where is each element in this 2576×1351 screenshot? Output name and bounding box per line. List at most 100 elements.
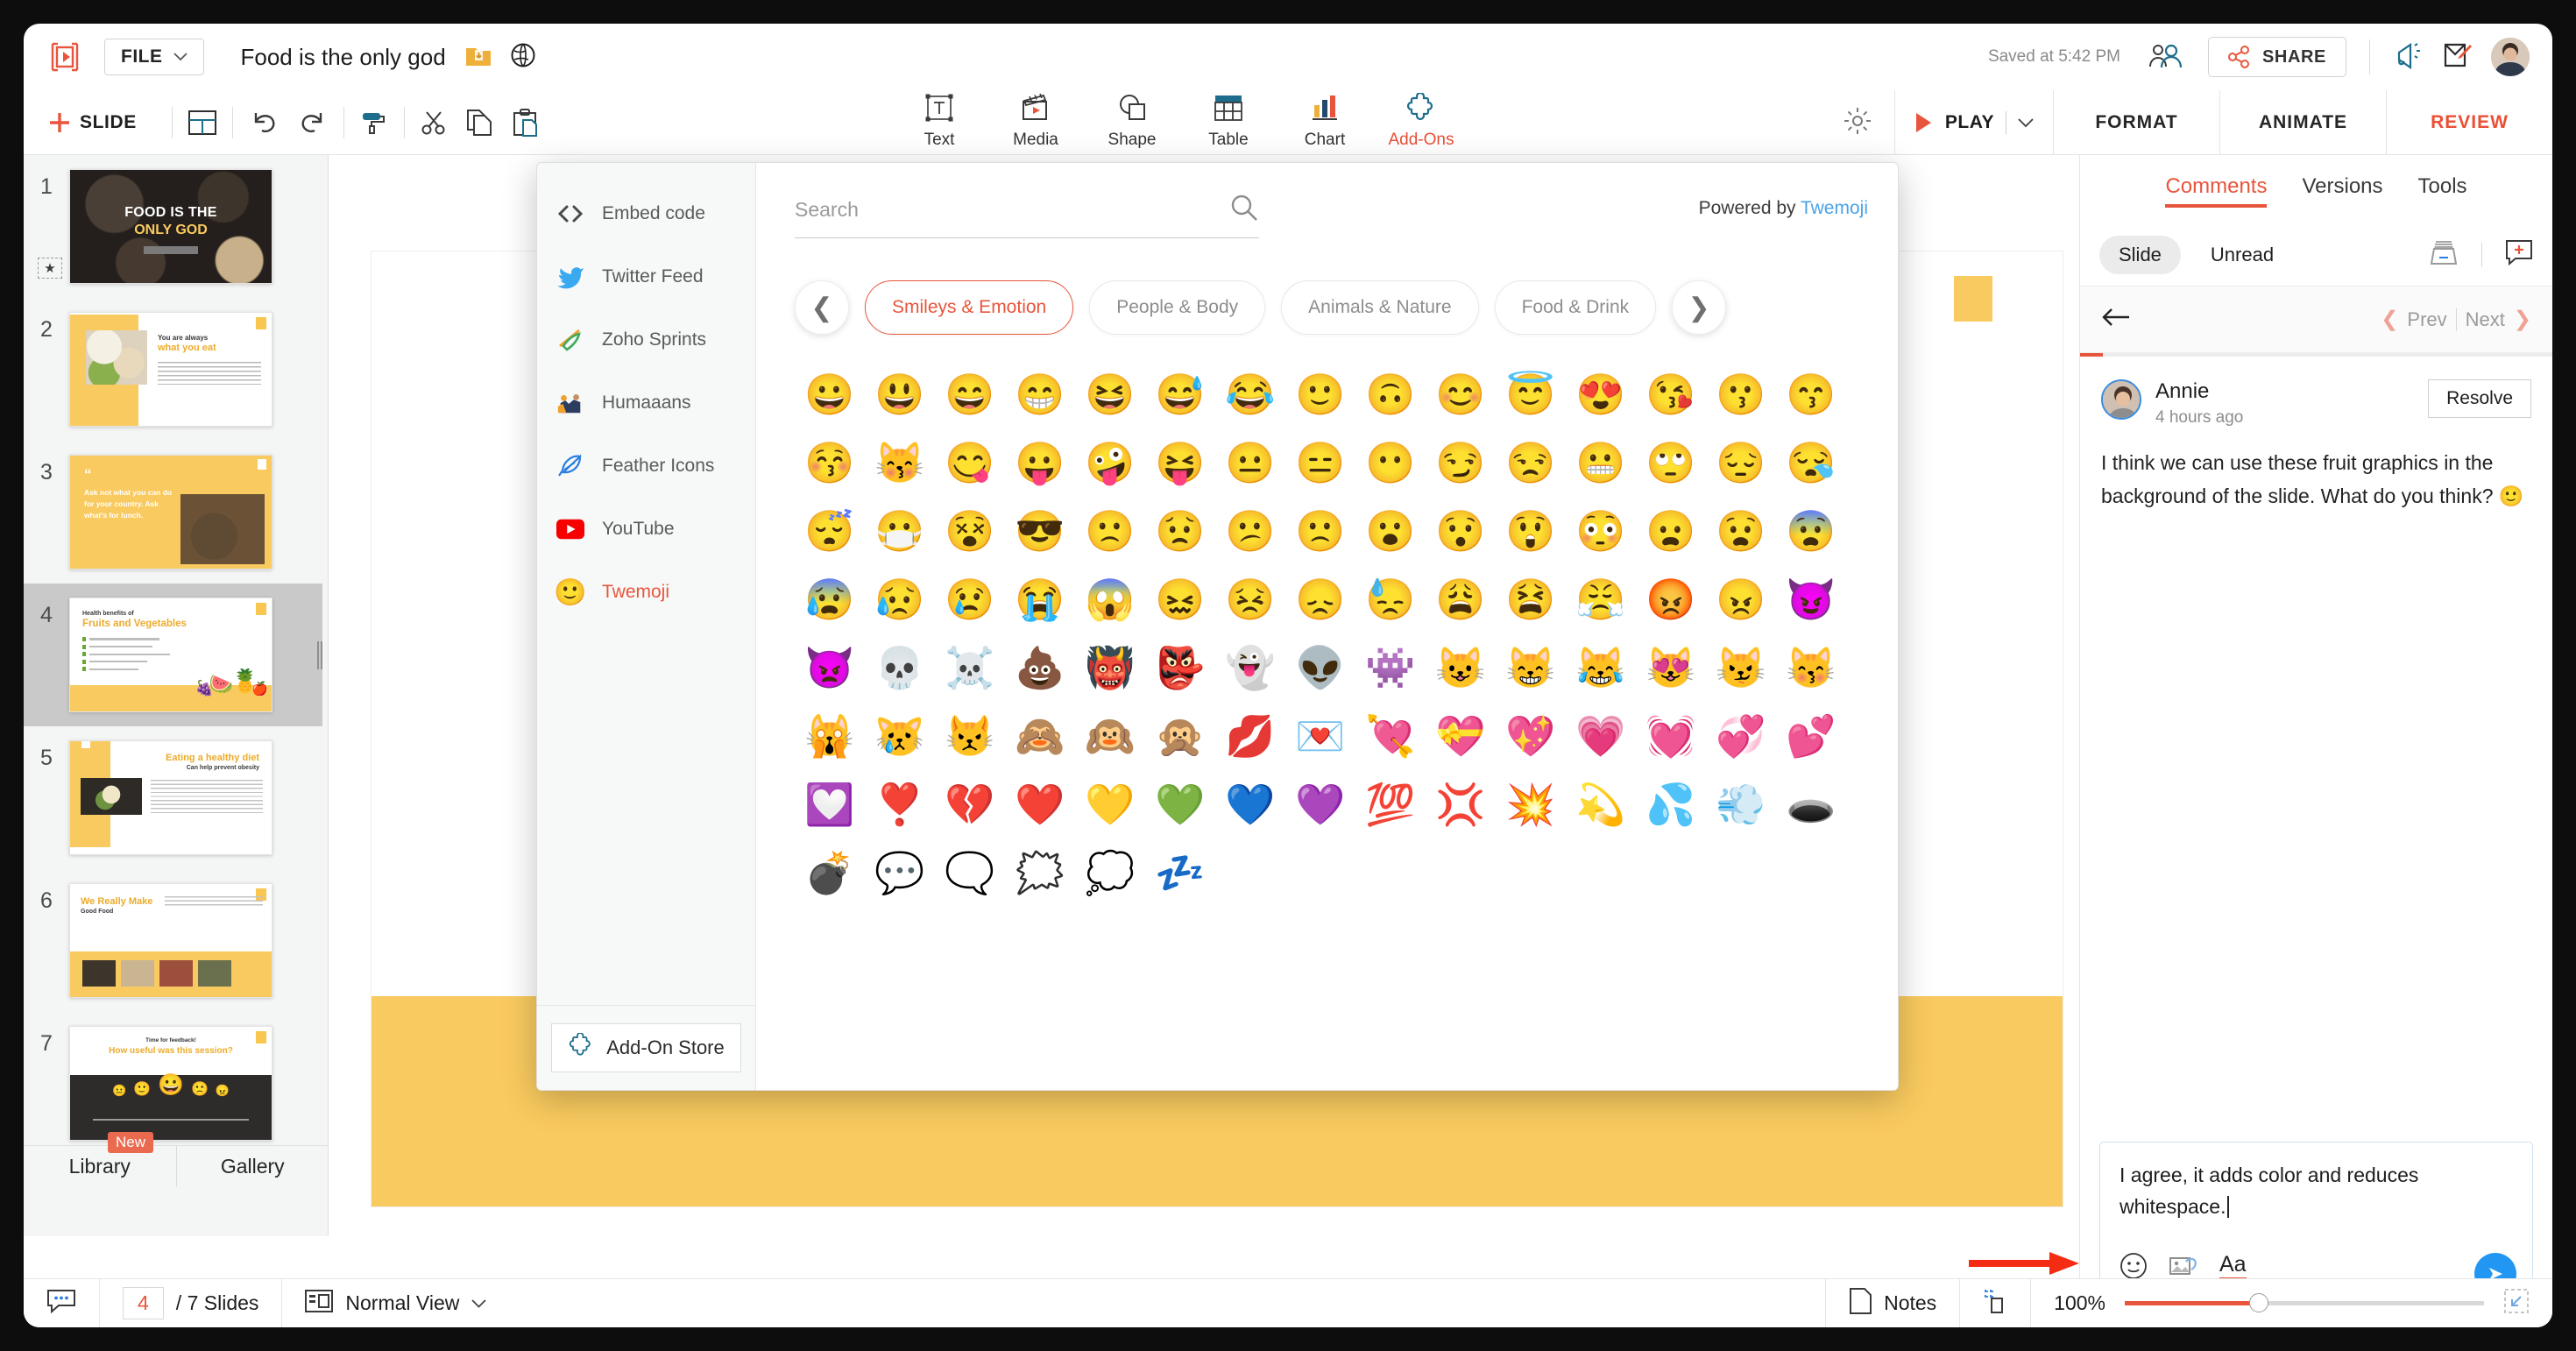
emoji-cell[interactable]: 💣	[795, 848, 865, 897]
addon-item-embed-code[interactable]: Embed code	[537, 182, 755, 245]
archive-tray-icon[interactable]	[2429, 238, 2459, 271]
emoji-cell[interactable]: 😨	[1776, 506, 1846, 555]
emoji-cell[interactable]: 😦	[1636, 506, 1706, 555]
slide-thumb-7[interactable]: 7 Time for feedback! How useful was this…	[24, 1012, 322, 1155]
comments-toggle[interactable]	[24, 1279, 99, 1328]
emoji-cell[interactable]: 💯	[1355, 780, 1426, 829]
emoji-cell[interactable]: 😍	[1566, 370, 1636, 419]
emoji-cell[interactable]: 🤪	[1075, 438, 1145, 487]
emoji-cell[interactable]: 👹	[1075, 643, 1145, 692]
emoji-cell[interactable]: 😲	[1496, 506, 1566, 555]
emoji-cell[interactable]: 😸	[1496, 643, 1566, 692]
emoji-cell[interactable]: 😳	[1566, 506, 1636, 555]
app-logo-icon[interactable]	[46, 39, 83, 75]
smiley-icon[interactable]	[2120, 1252, 2148, 1280]
emoji-cell[interactable]: 👿	[795, 643, 865, 692]
emoji-cell[interactable]: 😪	[1776, 438, 1846, 487]
emoji-cell[interactable]: 🗨️	[935, 848, 1005, 897]
insert-media-button[interactable]: Media	[987, 90, 1084, 155]
add-comment-icon[interactable]	[2505, 239, 2533, 270]
emoji-cell[interactable]: 😘	[1636, 370, 1706, 419]
emoji-cell[interactable]: 😺	[1426, 643, 1496, 692]
emoji-grid[interactable]: 😀😃😄😁😆😅😂🙂🙃😊😇😍😘😗😙😚😽😋😛🤪😝😐😑😶😏😒😬🙄😔😪😴😷😵😎🙁😟😕🙁😮😯…	[795, 370, 1846, 897]
addon-item-twemoji[interactable]: 🙂 Twemoji	[537, 561, 755, 624]
emoji-cell[interactable]: 😴	[795, 506, 865, 555]
emoji-cell[interactable]: 😤	[1566, 575, 1636, 624]
emoji-cell[interactable]: 😞	[1285, 575, 1355, 624]
composer-text[interactable]: I agree, it adds color and reduces white…	[2120, 1160, 2513, 1222]
filter-slide[interactable]: Slide	[2099, 236, 2181, 274]
search-icon[interactable]	[1229, 193, 1259, 227]
emoji-cell[interactable]: 💬	[865, 848, 935, 897]
emoji-cell[interactable]: 🙄	[1636, 438, 1706, 487]
emoji-cell[interactable]: 😣	[1215, 575, 1285, 624]
insert-text-button[interactable]: Text	[891, 90, 987, 155]
emoji-cell[interactable]: 😫	[1496, 575, 1566, 624]
emoji-cell[interactable]: 😷	[865, 506, 935, 555]
folder-download-icon[interactable]	[465, 43, 492, 72]
emoji-cell[interactable]: 💢	[1426, 780, 1496, 829]
share-button[interactable]: SHARE	[2208, 37, 2346, 77]
scissors-icon[interactable]	[421, 110, 447, 136]
emoji-cell[interactable]: 😻	[1636, 643, 1706, 692]
arrow-left-icon[interactable]	[2101, 308, 2131, 331]
collaborators-icon[interactable]	[2148, 41, 2183, 74]
addon-item-feather-icons[interactable]: Feather Icons	[537, 435, 755, 498]
chevron-right-icon[interactable]: ❯	[2514, 307, 2531, 332]
emoji-cell[interactable]: 😿	[865, 711, 935, 760]
globe-icon[interactable]	[511, 43, 535, 72]
slide-thumbnail-panel[interactable]: 1 FOOD IS THE ONLY GOD ★ 2 You are alway…	[24, 155, 329, 1236]
emoji-cell[interactable]: 💦	[1636, 780, 1706, 829]
emoji-cell[interactable]: 😃	[865, 370, 935, 419]
gallery-tab[interactable]: Gallery	[176, 1146, 329, 1187]
emoji-cell[interactable]: 💭	[1075, 848, 1145, 897]
emoji-cell[interactable]: 🙂	[1285, 370, 1355, 419]
megaphone-icon[interactable]	[2393, 41, 2421, 74]
emoji-cell[interactable]: 😹	[1566, 643, 1636, 692]
emoji-cell[interactable]: 😋	[935, 438, 1005, 487]
emoji-cell[interactable]: 💜	[1285, 780, 1355, 829]
emoji-cell[interactable]: 💝	[1426, 711, 1496, 760]
emoji-cell[interactable]: 💛	[1075, 780, 1145, 829]
emoji-cell[interactable]: 😚	[795, 438, 865, 487]
emoji-cell[interactable]: 💨	[1706, 780, 1776, 829]
emoji-cell[interactable]: 😂	[1215, 370, 1285, 419]
emoji-cell[interactable]: 💥	[1496, 780, 1566, 829]
emoji-cell[interactable]: 💩	[1005, 643, 1075, 692]
emoji-cell[interactable]: 💟	[795, 780, 865, 829]
redo-icon[interactable]	[298, 110, 328, 136]
emoji-cell[interactable]: 😄	[935, 370, 1005, 419]
emoji-cell[interactable]: 💙	[1215, 780, 1285, 829]
emoji-cell[interactable]: 😾	[935, 711, 1005, 760]
notes-toggle[interactable]: Notes	[1826, 1279, 1959, 1328]
emoji-cell[interactable]: 😁	[1005, 370, 1075, 419]
emoji-cell[interactable]: 😭	[1005, 575, 1075, 624]
emoji-cell[interactable]: 💗	[1566, 711, 1636, 760]
emoji-cell[interactable]: 😅	[1145, 370, 1215, 419]
powered-by-link[interactable]: Twemoji	[1801, 198, 1868, 218]
undo-icon[interactable]	[249, 110, 279, 136]
emoji-cell[interactable]: 💫	[1566, 780, 1636, 829]
emoji-cell[interactable]: 😮	[1355, 506, 1426, 555]
file-menu-button[interactable]: FILE	[104, 39, 204, 75]
category-chip-food-drink[interactable]: Food & Drink	[1495, 280, 1657, 335]
emoji-cell[interactable]: 👾	[1355, 643, 1426, 692]
tab-format[interactable]: FORMAT	[2053, 90, 2219, 155]
tab-tools[interactable]: Tools	[2418, 174, 2467, 211]
copy-icon[interactable]	[466, 109, 492, 137]
emoji-cell[interactable]: 😝	[1145, 438, 1215, 487]
emoji-cell[interactable]: 💔	[935, 780, 1005, 829]
emoji-cell[interactable]: 🙃	[1355, 370, 1426, 419]
emoji-cell[interactable]: 😔	[1706, 438, 1776, 487]
addon-item-twitter-feed[interactable]: Twitter Feed	[537, 245, 755, 308]
emoji-cell[interactable]: ❤️	[1005, 780, 1075, 829]
addon-store-button[interactable]: Add-On Store	[551, 1023, 741, 1072]
paste-icon[interactable]	[512, 109, 538, 137]
category-next-button[interactable]: ❯	[1672, 280, 1726, 335]
emoji-cell[interactable]: 😑	[1285, 438, 1355, 487]
format-text-button[interactable]: Aa	[2219, 1253, 2247, 1280]
zoom-slider[interactable]	[2125, 1301, 2484, 1305]
emoji-cell[interactable]: 😶	[1355, 438, 1426, 487]
emoji-cell[interactable]: 🗯️	[1005, 848, 1075, 897]
emoji-cell[interactable]: 😓	[1355, 575, 1426, 624]
